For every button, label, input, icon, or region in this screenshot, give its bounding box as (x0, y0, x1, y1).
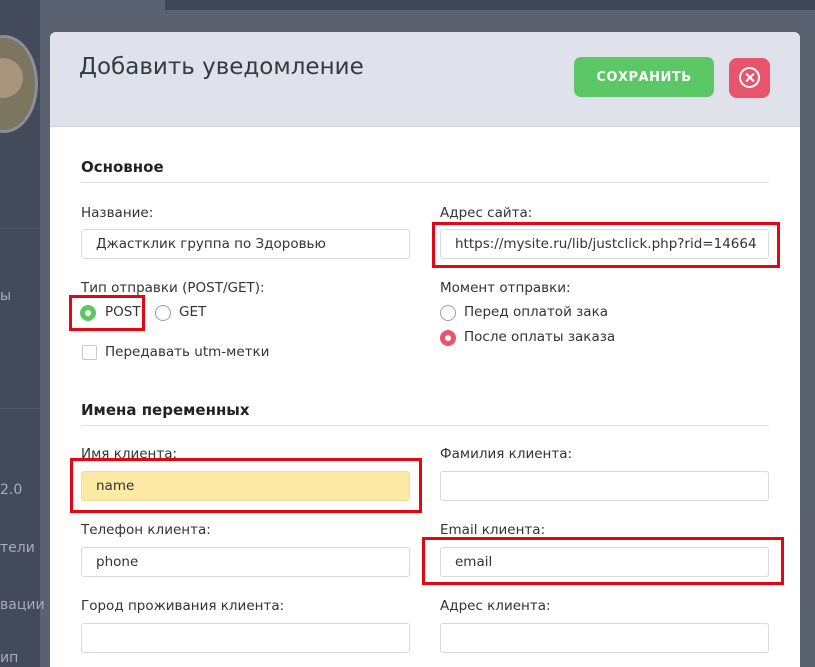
background-topbar (165, 0, 815, 10)
sidebar-item-label: 2.0 (0, 482, 23, 498)
name-input[interactable]: Джастклик группа по Здоровью (81, 229, 410, 259)
section-divider (81, 182, 769, 183)
section-title-variables: Имена переменных (81, 401, 250, 419)
modal-title: Добавить уведомление (79, 54, 364, 80)
section-title-basic: Основное (81, 158, 164, 176)
radio-after-payment-label: После оплаты заказа (464, 329, 616, 345)
client-name-label: Имя клиента: (81, 446, 178, 462)
client-phone-label: Телефон клиента: (81, 522, 211, 538)
client-email-input[interactable]: email (440, 547, 769, 577)
section-divider (81, 425, 769, 426)
close-circle-icon (739, 67, 760, 88)
client-email-label: Email клиента: (440, 522, 546, 538)
send-type-label: Тип отправки (POST/GET): (81, 280, 265, 296)
client-city-label: Город проживания клиента: (81, 598, 285, 614)
name-label: Название: (81, 205, 154, 221)
background-sidebar: ы 2.0 тели вации ип (0, 0, 45, 667)
avatar (0, 35, 38, 133)
sidebar-item-label: тели (0, 540, 35, 556)
close-button[interactable] (729, 58, 770, 98)
sidebar-item-label: ип (0, 650, 19, 666)
site-url-label: Адрес сайта: (440, 205, 533, 221)
sidebar-item-label: ы (0, 288, 12, 304)
site-url-input[interactable]: https://mysite.ru/lib/justclick.php?rid=… (440, 229, 769, 259)
radio-after-payment-indicator[interactable] (440, 330, 456, 346)
add-notification-modal: Добавить уведомление СОХРАНИТЬ Основное … (50, 32, 800, 667)
radio-get-label: GET (179, 304, 207, 320)
client-name-input[interactable]: name (81, 471, 410, 501)
utm-checkbox-box[interactable] (82, 345, 97, 360)
client-city-input[interactable] (81, 623, 410, 653)
sidebar-divider (0, 228, 40, 229)
client-surname-input[interactable] (440, 471, 769, 501)
client-phone-input[interactable]: phone (81, 547, 410, 577)
radio-before-payment-label: Перед оплатой зака (464, 304, 609, 320)
radio-get-indicator[interactable] (155, 305, 171, 321)
sidebar-item-label: вации (0, 597, 45, 613)
client-address-input[interactable] (440, 623, 769, 653)
client-address-label: Адрес клиента: (440, 598, 551, 614)
radio-before-payment-indicator[interactable] (440, 305, 456, 321)
utm-checkbox-label: Передавать utm-метки (105, 344, 270, 360)
modal-header: Добавить уведомление СОХРАНИТЬ (50, 32, 800, 127)
client-surname-label: Фамилия клиента: (440, 446, 573, 462)
sidebar-divider (0, 408, 40, 409)
send-moment-label: Момент отправки: (440, 280, 571, 296)
radio-post-indicator[interactable] (80, 305, 96, 321)
save-button[interactable]: СОХРАНИТЬ (574, 57, 714, 97)
radio-post-label: POST (105, 304, 141, 320)
